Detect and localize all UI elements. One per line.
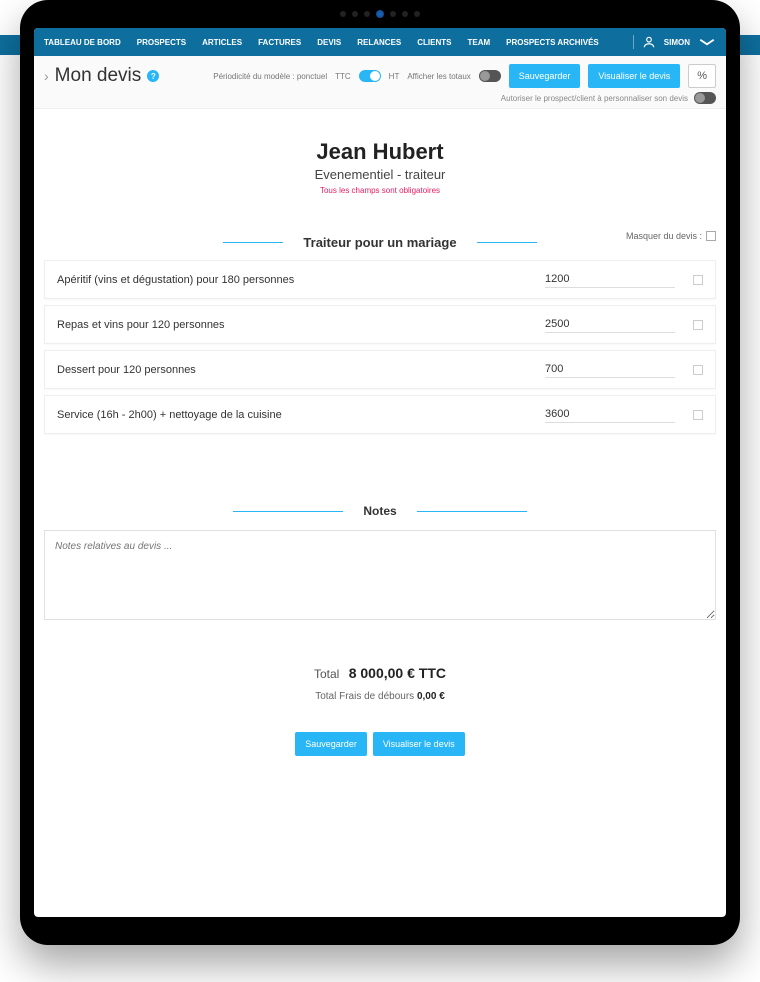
- required-fields-note: Tous les champs sont obligatoires: [44, 186, 716, 195]
- chevron-down-icon: [698, 37, 716, 47]
- line-item: Apéritif (vins et dégustation) pour 180 …: [44, 260, 716, 299]
- page-title-wrap: › Mon devis ?: [44, 65, 159, 87]
- nav-quotes[interactable]: DEVIS: [317, 38, 341, 47]
- total-amount: 8 000,00 € TTC: [349, 665, 446, 681]
- line-item: Service (16h - 2h00) + nettoyage de la c…: [44, 395, 716, 434]
- notes-title: Notes: [363, 504, 396, 518]
- mask-label: Masquer du devis :: [626, 231, 702, 241]
- client-name: Jean Hubert: [44, 139, 716, 165]
- notes-line-left: [233, 511, 343, 512]
- notes-line-right: [417, 511, 527, 512]
- nav-items: TABLEAU DE BORD PROSPECTS ARTICLES FACTU…: [44, 38, 599, 47]
- section-line-right: [477, 242, 537, 243]
- footer-view-button[interactable]: Visualiser le devis: [373, 732, 465, 756]
- notes-textarea[interactable]: [44, 530, 716, 620]
- line-item-desc[interactable]: Apéritif (vins et dégustation) pour 180 …: [57, 274, 545, 286]
- line-item-price[interactable]: 1200: [545, 271, 675, 288]
- line-item-desc[interactable]: Repas et vins pour 120 personnes: [57, 319, 545, 331]
- line-item-checkbox[interactable]: [693, 320, 703, 330]
- subheader-controls: Périodicité du modèle : ponctuel TTC HT …: [213, 64, 716, 88]
- nav-team[interactable]: TEAM: [467, 38, 490, 47]
- line-item-desc[interactable]: Service (16h - 2h00) + nettoyage de la c…: [57, 409, 545, 421]
- nav-clients[interactable]: CLIENTS: [417, 38, 451, 47]
- percent-button[interactable]: %: [688, 64, 716, 88]
- tablet-camera: [340, 10, 420, 18]
- line-item: Repas et vins pour 120 personnes 2500: [44, 305, 716, 344]
- allow-customize-label: Autoriser le prospect/client à personnal…: [501, 94, 688, 103]
- user-icon: [642, 35, 656, 49]
- debours-label: Total Frais de débours: [315, 691, 414, 702]
- help-icon[interactable]: ?: [147, 70, 159, 82]
- line-item-price[interactable]: 2500: [545, 316, 675, 333]
- save-button[interactable]: Sauvegarder: [509, 64, 581, 88]
- nav-articles[interactable]: ARTICLES: [202, 38, 242, 47]
- tablet-screen: TABLEAU DE BORD PROSPECTS ARTICLES FACTU…: [34, 28, 726, 917]
- line-item-checkbox[interactable]: [693, 275, 703, 285]
- periodicity-label: Périodicité du modèle : ponctuel: [213, 72, 327, 81]
- nav-separator: [633, 35, 634, 49]
- nav-user-area[interactable]: SIMON: [633, 35, 716, 49]
- nav-reminders[interactable]: RELANCES: [357, 38, 401, 47]
- nav-invoices[interactable]: FACTURES: [258, 38, 301, 47]
- nav-archived-prospects[interactable]: PROSPECTS ARCHIVÉS: [506, 38, 599, 47]
- nav-prospects[interactable]: PROSPECTS: [137, 38, 186, 47]
- ht-label: HT: [389, 72, 400, 81]
- line-item: Dessert pour 120 personnes 700: [44, 350, 716, 389]
- show-totals-toggle[interactable]: [479, 70, 501, 82]
- user-name: SIMON: [664, 38, 690, 47]
- subheader: › Mon devis ? Périodicité du modèle : po…: [34, 56, 726, 109]
- notes-header: Notes: [44, 504, 716, 518]
- line-item-checkbox[interactable]: [693, 410, 703, 420]
- tablet-frame: TABLEAU DE BORD PROSPECTS ARTICLES FACTU…: [20, 0, 740, 945]
- mask-from-quote[interactable]: Masquer du devis :: [626, 231, 716, 241]
- ttc-ht-toggle[interactable]: [359, 70, 381, 82]
- notes-section: Notes: [44, 504, 716, 625]
- content-area: Jean Hubert Evenementiel - traiteur Tous…: [34, 109, 726, 776]
- line-item-desc[interactable]: Dessert pour 120 personnes: [57, 364, 545, 376]
- total-debours: Total Frais de débours 0,00 €: [44, 691, 716, 702]
- ttc-label: TTC: [335, 72, 351, 81]
- top-nav: TABLEAU DE BORD PROSPECTS ARTICLES FACTU…: [34, 28, 726, 56]
- line-item-price[interactable]: 700: [545, 361, 675, 378]
- section-line-left: [223, 242, 283, 243]
- page-title: Mon devis: [55, 65, 142, 87]
- line-items: Apéritif (vins et dégustation) pour 180 …: [44, 260, 716, 434]
- view-quote-button[interactable]: Visualiser le devis: [588, 64, 680, 88]
- totals: Total 8 000,00 € TTC Total Frais de débo…: [44, 665, 716, 702]
- section-title[interactable]: Traiteur pour un mariage: [303, 235, 456, 250]
- client-header: Jean Hubert Evenementiel - traiteur Tous…: [44, 139, 716, 195]
- show-totals-label: Afficher les totaux: [407, 72, 470, 81]
- footer-save-button[interactable]: Sauvegarder: [295, 732, 367, 756]
- section-header: Traiteur pour un mariage Masquer du devi…: [44, 235, 716, 250]
- allow-customize-toggle[interactable]: [694, 92, 716, 104]
- mask-checkbox[interactable]: [706, 231, 716, 241]
- chevron-right-icon: ›: [44, 68, 49, 84]
- client-subtitle: Evenementiel - traiteur: [44, 167, 716, 182]
- line-item-checkbox[interactable]: [693, 365, 703, 375]
- total-main: Total 8 000,00 € TTC: [44, 665, 716, 681]
- total-label: Total: [314, 667, 339, 681]
- line-item-price[interactable]: 3600: [545, 406, 675, 423]
- nav-dashboard[interactable]: TABLEAU DE BORD: [44, 38, 121, 47]
- debours-amount: 0,00 €: [417, 691, 445, 702]
- footer-buttons: Sauvegarder Visualiser le devis: [44, 732, 716, 756]
